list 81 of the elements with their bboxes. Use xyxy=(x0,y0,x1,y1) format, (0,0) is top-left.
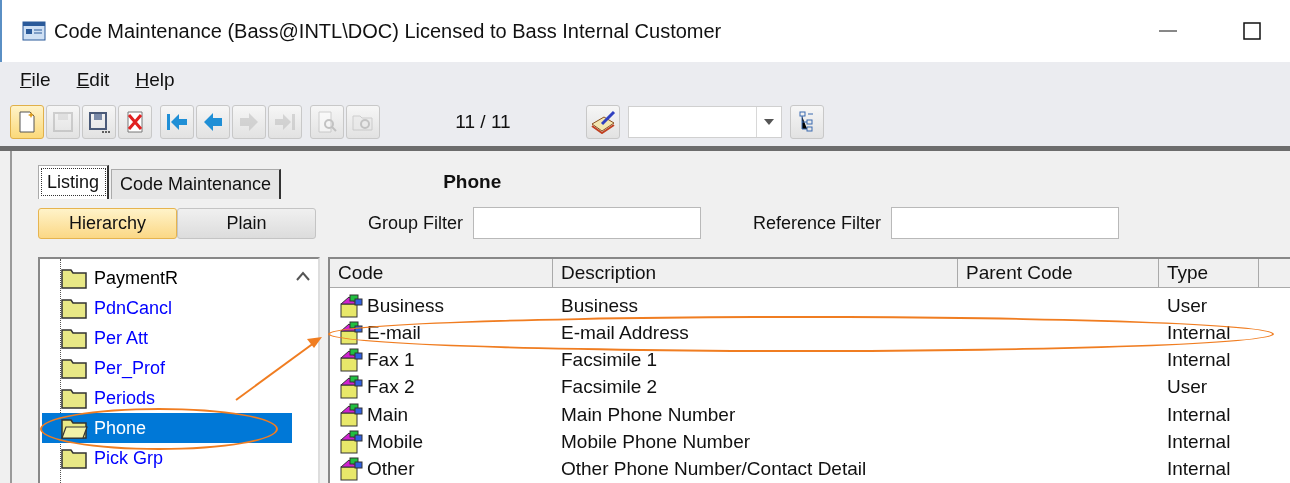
tree-item-label: Pick Grp xyxy=(94,447,163,469)
floppy-disk-icon xyxy=(87,110,111,134)
view-toggle-button[interactable]: Plain xyxy=(177,207,316,239)
filter-field[interactable] xyxy=(473,207,702,239)
folder-icon xyxy=(60,296,88,320)
table-cell: E-mail Address xyxy=(561,321,689,344)
folder-icon xyxy=(60,356,88,380)
view-toggle-button[interactable]: Hierarchy xyxy=(38,207,177,239)
menu-item[interactable]: Help xyxy=(135,69,175,91)
folder-icon xyxy=(60,386,88,410)
toolbar-button[interactable] xyxy=(118,105,152,139)
tree-item-label: Phone xyxy=(94,417,147,439)
search-icon xyxy=(315,110,339,134)
tree-item[interactable]: PaymentR xyxy=(42,263,292,293)
column-header[interactable]: Description xyxy=(553,259,958,288)
table-cell: E-mail xyxy=(367,321,421,344)
tree-item-label: Per Att xyxy=(94,327,149,349)
table-cell: Mobile xyxy=(367,431,423,454)
package-icon xyxy=(338,319,364,346)
menu-item[interactable]: Edit xyxy=(76,69,110,91)
tree-item[interactable]: Phone xyxy=(42,413,292,443)
package-icon xyxy=(338,401,364,428)
package-icon xyxy=(338,456,364,483)
table-cell: Business xyxy=(561,294,639,317)
table-cell: Fax 2 xyxy=(367,376,415,399)
tree-item-label: PaymentR xyxy=(94,267,179,289)
table-cell: Main xyxy=(367,403,409,426)
tree-item-label: PdnCancl xyxy=(94,297,173,319)
table-cell: Internal xyxy=(1167,458,1231,481)
record-counter: 11 / 11 xyxy=(454,111,512,133)
open-folder-icon xyxy=(60,416,88,440)
tree-icon xyxy=(799,111,815,133)
package-icon xyxy=(338,292,364,319)
column-header[interactable]: Code xyxy=(330,259,553,288)
table-cell: Internal xyxy=(1167,431,1231,454)
filter-field[interactable] xyxy=(891,207,1120,239)
section-heading: Phone xyxy=(443,171,502,193)
tree-item[interactable]: Periods xyxy=(42,383,292,413)
toolbar-button[interactable] xyxy=(586,105,620,139)
table-cell: Facsimile 1 xyxy=(561,349,658,372)
package-icon xyxy=(338,429,364,456)
notebook-pen-icon xyxy=(590,110,616,134)
table-cell: Other xyxy=(367,458,415,481)
table-cell: Internal xyxy=(1167,321,1231,344)
app-icon xyxy=(22,21,46,41)
scroll-up-icon[interactable] xyxy=(296,271,310,281)
table-cell: Internal xyxy=(1167,403,1231,426)
table-cell: Mobile Phone Number xyxy=(561,431,751,454)
tree-item[interactable]: Per Att xyxy=(42,323,292,353)
caret-icon xyxy=(764,119,774,125)
package-icon xyxy=(338,374,364,401)
folder-icon xyxy=(60,266,88,290)
right-arrow-icon xyxy=(237,110,261,134)
maximize-icon[interactable] xyxy=(1243,22,1261,40)
tree-item-label: Periods xyxy=(94,387,156,409)
menu-item[interactable]: File xyxy=(20,69,51,91)
tree-item[interactable]: PdnCancl xyxy=(42,293,292,323)
folder-icon xyxy=(60,326,88,350)
dropdown-field[interactable] xyxy=(628,106,782,138)
tab[interactable]: Code Maintenance xyxy=(111,169,282,199)
package-icon xyxy=(338,347,364,374)
folder-icon xyxy=(60,446,88,470)
table-cell: Main Phone Number xyxy=(561,403,736,426)
filter-label: Reference Filter xyxy=(753,212,882,234)
column-header[interactable]: Type xyxy=(1159,259,1259,288)
tab[interactable]: Listing xyxy=(38,165,110,199)
tree-item[interactable]: Per_Prof xyxy=(42,353,292,383)
table-cell: User xyxy=(1167,294,1208,317)
table-cell: Other Phone Number/Contact Detail xyxy=(561,458,867,481)
table-cell: Internal xyxy=(1167,349,1231,372)
tree-item[interactable]: Pick Grp xyxy=(42,443,292,473)
table-cell: Facsimile 2 xyxy=(561,376,658,399)
table-cell: Business xyxy=(367,294,445,317)
window-title: Code Maintenance (Bass@INTL\DOC) Licensed to Bass Internal Customer xyxy=(54,19,723,43)
table-cell: Fax 1 xyxy=(367,349,415,372)
column-header[interactable]: Parent Code xyxy=(958,259,1159,288)
table-cell: User xyxy=(1167,376,1208,399)
filter-label: Group Filter xyxy=(368,212,464,234)
toolbar-button[interactable] xyxy=(790,105,824,139)
tree-item-label: Per_Prof xyxy=(94,357,166,379)
toolbar-button[interactable] xyxy=(82,105,116,139)
